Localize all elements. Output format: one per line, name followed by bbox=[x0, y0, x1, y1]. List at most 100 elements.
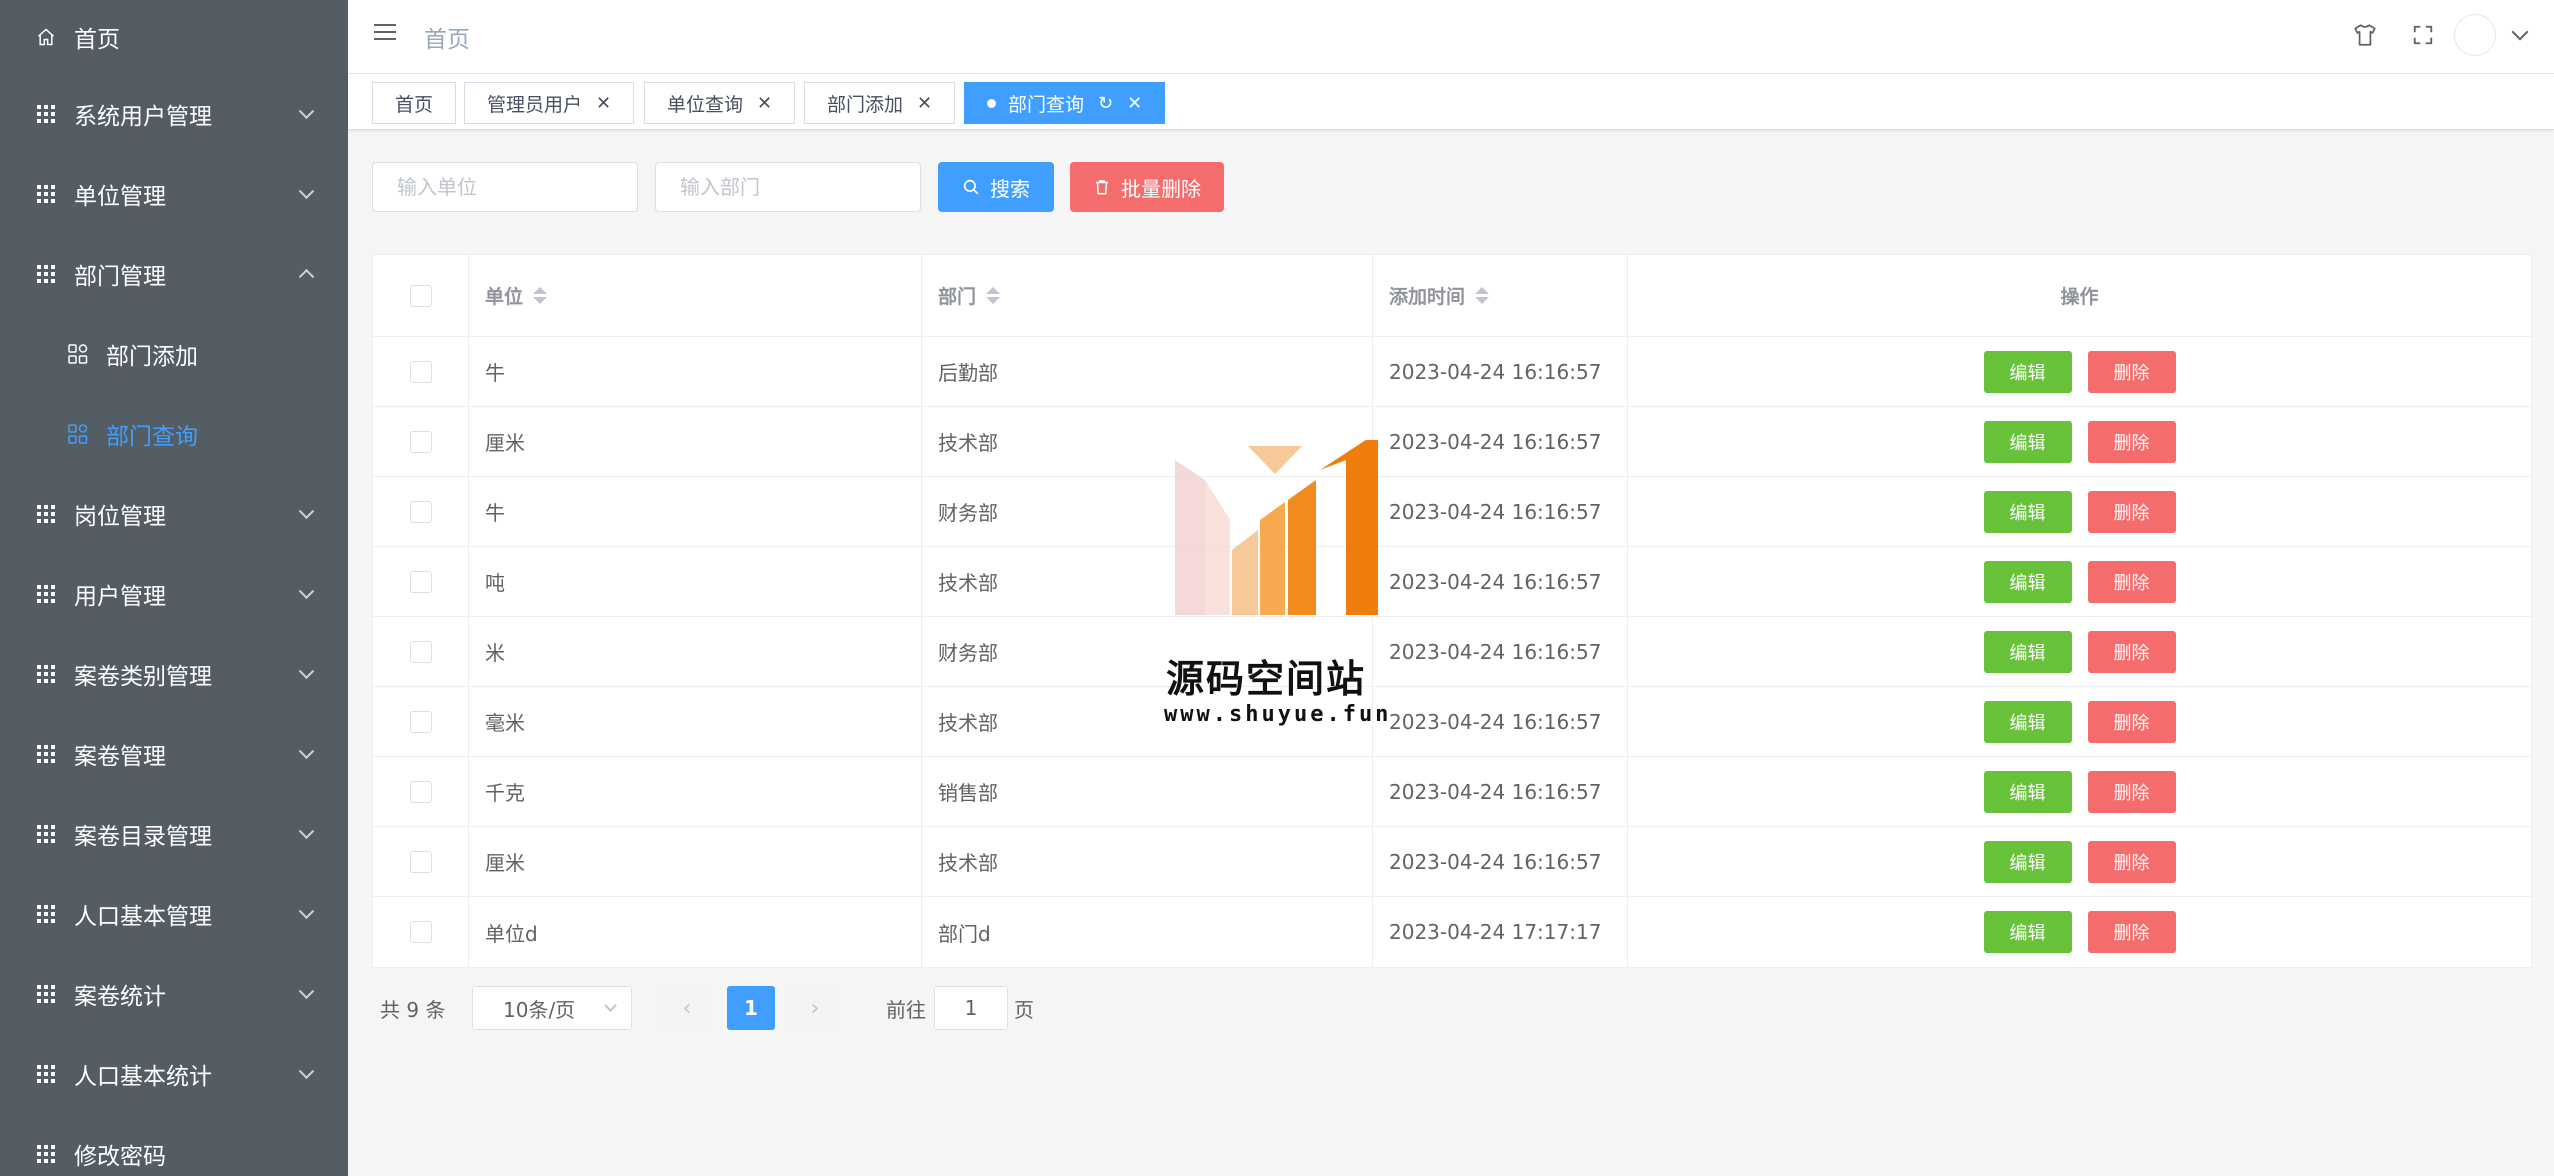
row-checkbox[interactable] bbox=[409, 780, 432, 803]
sidebar-item-11[interactable]: 人口基本管理 bbox=[0, 874, 348, 954]
tag-label: 部门查询 bbox=[1008, 93, 1085, 116]
delete-button[interactable]: 删除 bbox=[2087, 420, 2176, 463]
edit-button[interactable]: 编辑 bbox=[1983, 350, 2072, 393]
delete-button[interactable]: 删除 bbox=[2087, 840, 2176, 883]
sidebar-item-5[interactable]: 部门查询 bbox=[0, 394, 348, 474]
tag-admin-users[interactable]: 管理员用户 ✕ bbox=[464, 82, 635, 124]
sidebar-item-10[interactable]: 案卷目录管理 bbox=[0, 794, 348, 874]
row-checkbox[interactable] bbox=[409, 430, 432, 453]
search-button[interactable]: 搜索 bbox=[938, 162, 1054, 212]
sidebar-item-label: 部门查询 bbox=[106, 424, 198, 450]
close-icon[interactable]: ✕ bbox=[1127, 93, 1142, 114]
sidebar-item-label: 部门添加 bbox=[106, 344, 198, 370]
close-icon[interactable]: ✕ bbox=[917, 93, 932, 114]
sidebar-item-7[interactable]: 用户管理 bbox=[0, 554, 348, 634]
edit-button[interactable]: 编辑 bbox=[1983, 840, 2072, 883]
unit-search-input[interactable] bbox=[372, 162, 638, 212]
sort-icon[interactable] bbox=[1475, 287, 1490, 304]
row-checkbox[interactable] bbox=[409, 360, 432, 383]
sidebar-item-0[interactable]: 首页 bbox=[0, 0, 348, 74]
delete-button[interactable]: 删除 bbox=[2087, 770, 2176, 813]
row-checkbox[interactable] bbox=[409, 570, 432, 593]
tag-unit-query[interactable]: 单位查询 ✕ bbox=[644, 82, 796, 124]
tag-home[interactable]: 首页 bbox=[372, 82, 457, 124]
sidebar-item-3[interactable]: 部门管理 bbox=[0, 234, 348, 314]
sidebar-item-12[interactable]: 案卷统计 bbox=[0, 954, 348, 1034]
sidebar-item-6[interactable]: 岗位管理 bbox=[0, 474, 348, 554]
close-icon[interactable]: ✕ bbox=[757, 93, 772, 114]
sidebar-item-label: 修改密码 bbox=[74, 1144, 166, 1170]
checkbox-cell bbox=[373, 827, 469, 896]
row-checkbox[interactable] bbox=[409, 850, 432, 873]
delete-button[interactable]: 删除 bbox=[2087, 490, 2176, 533]
chevron-down-icon bbox=[298, 983, 315, 1000]
header-dept[interactable]: 部门 bbox=[922, 255, 1373, 336]
prev-page-button[interactable]: ‹ bbox=[663, 986, 711, 1030]
tag-label: 单位查询 bbox=[667, 93, 744, 116]
sidebar-item-8[interactable]: 案卷类别管理 bbox=[0, 634, 348, 714]
sidebar-item-2[interactable]: 单位管理 bbox=[0, 154, 348, 234]
page-size-select[interactable]: 10条/页 bbox=[472, 986, 632, 1030]
row-checkbox[interactable] bbox=[409, 640, 432, 663]
header-unit[interactable]: 单位 bbox=[469, 255, 922, 336]
grid-icon bbox=[36, 104, 56, 124]
sidebar-item-label: 案卷管理 bbox=[74, 744, 166, 770]
select-all-checkbox[interactable] bbox=[409, 284, 432, 307]
goto-label: 前往 bbox=[886, 997, 926, 1022]
fullscreen-icon[interactable] bbox=[2408, 20, 2438, 50]
sidebar-item-9[interactable]: 案卷管理 bbox=[0, 714, 348, 794]
column-label: 添加时间 bbox=[1389, 286, 1466, 308]
checkbox-cell bbox=[373, 337, 469, 406]
active-dot-icon bbox=[987, 98, 996, 108]
sort-icon[interactable] bbox=[986, 287, 1001, 304]
sidebar-item-13[interactable]: 人口基本统计 bbox=[0, 1034, 348, 1114]
batch-delete-button[interactable]: 批量删除 bbox=[1070, 162, 1224, 212]
edit-button[interactable]: 编辑 bbox=[1983, 770, 2072, 813]
delete-button[interactable]: 删除 bbox=[2087, 630, 2176, 673]
sidebar-item-label: 案卷统计 bbox=[74, 984, 166, 1010]
hamburger-icon[interactable] bbox=[374, 24, 396, 44]
row-checkbox[interactable] bbox=[409, 921, 432, 943]
delete-button[interactable]: 删除 bbox=[2087, 911, 2176, 953]
edit-button[interactable]: 编辑 bbox=[1983, 420, 2072, 463]
dept-search-input[interactable] bbox=[655, 162, 921, 212]
row-checkbox[interactable] bbox=[409, 710, 432, 733]
chevron-down-icon bbox=[298, 1063, 315, 1080]
delete-button[interactable]: 删除 bbox=[2087, 700, 2176, 743]
edit-button[interactable]: 编辑 bbox=[1983, 560, 2072, 603]
sort-icon[interactable] bbox=[533, 287, 548, 304]
next-page-button[interactable]: › bbox=[791, 986, 839, 1030]
chevron-down-icon[interactable] bbox=[2511, 23, 2529, 41]
breadcrumb[interactable]: 首页 bbox=[424, 20, 470, 54]
close-icon[interactable]: ✕ bbox=[596, 93, 611, 114]
edit-button[interactable]: 编辑 bbox=[1983, 490, 2072, 533]
sidebar-item-14[interactable]: 修改密码 bbox=[0, 1114, 348, 1176]
table-body: 牛后勤部 2023-04-24 16:16:57 编辑 删除 厘米 技术部 2023-04-… bbox=[373, 337, 2531, 967]
checkbox-cell bbox=[373, 407, 469, 476]
delete-button[interactable]: 删除 bbox=[2087, 560, 2176, 603]
cell-actions: 编辑 删除 bbox=[1628, 477, 2531, 546]
delete-button[interactable]: 删除 bbox=[2087, 350, 2176, 393]
cell-unit: 牛 bbox=[469, 477, 922, 546]
chevron-down-icon bbox=[298, 903, 315, 920]
row-checkbox[interactable] bbox=[409, 500, 432, 523]
tag-dept-query[interactable]: 部门查询 ↻ ✕ bbox=[964, 82, 1166, 124]
table-row: 千克 销售部 2023-04-24 16:16:57 编辑 删除 bbox=[373, 757, 2531, 827]
avatar[interactable] bbox=[2454, 14, 2496, 56]
goto-page-input[interactable] bbox=[934, 986, 1008, 1030]
table-row: 厘米 技术部 2023-04-24 16:16:57 编辑 删除 bbox=[373, 407, 2531, 477]
tags-view-bar: 首页 管理员用户 ✕ 单位查询 ✕ 部门添加 ✕ 部门查询 ↻ ✕ bbox=[348, 74, 2554, 130]
sidebar-item-4[interactable]: 部门添加 bbox=[0, 314, 348, 394]
theme-shirt-icon[interactable] bbox=[2350, 20, 2380, 50]
dept-table: 单位 部门 添加时间 操作 牛后勤部 2023-04-24 16:16:57 编辑删… bbox=[372, 254, 2532, 968]
edit-button[interactable]: 编辑 bbox=[1983, 700, 2072, 743]
header-time[interactable]: 添加时间 bbox=[1373, 255, 1628, 336]
page-number-current[interactable]: 1 bbox=[727, 986, 775, 1030]
sidebar-item-1[interactable]: 系统用户管理 bbox=[0, 74, 348, 154]
page-suffix-label: 页 bbox=[1014, 997, 1034, 1022]
tag-dept-add[interactable]: 部门添加 ✕ bbox=[804, 82, 956, 124]
edit-button[interactable]: 编辑 bbox=[1983, 911, 2072, 953]
refresh-icon[interactable]: ↻ bbox=[1098, 93, 1113, 114]
edit-button[interactable]: 编辑 bbox=[1983, 630, 2072, 673]
checkbox-cell bbox=[373, 617, 469, 686]
